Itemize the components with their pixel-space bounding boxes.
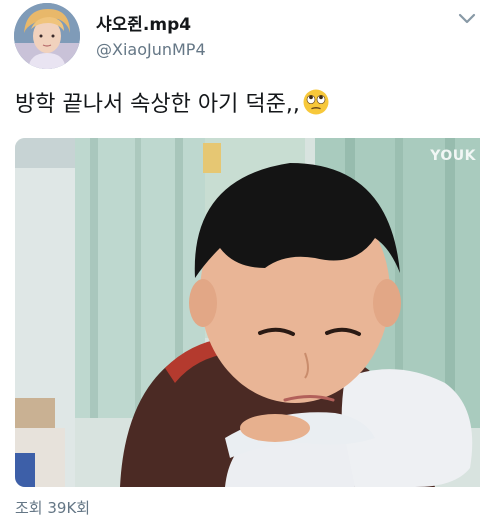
chevron-down-icon[interactable]	[458, 12, 476, 26]
video-watermark: YOUK	[430, 148, 476, 164]
media-video-thumbnail[interactable]: YOUK	[15, 138, 480, 487]
view-count: 조회 39K회	[15, 499, 91, 517]
tweet-text-content: 방학 끝나서 속상한 아기 덕준,,	[15, 92, 300, 117]
tweet-text: 방학 끝나서 속상한 아기 덕준,,	[15, 86, 330, 118]
avatar[interactable]	[14, 3, 80, 69]
display-name[interactable]: 샤오쥔.mp4	[96, 10, 191, 35]
face-with-rolling-eyes-icon	[302, 88, 330, 116]
user-handle[interactable]: @XiaoJunMP4	[96, 40, 206, 59]
avatar-image	[14, 3, 80, 69]
video-thumbnail-image	[15, 138, 480, 487]
tweet: 샤오쥔.mp4 @XiaoJunMP4 방학 끝나서 속상한 아기 덕준,, Y…	[0, 0, 480, 521]
